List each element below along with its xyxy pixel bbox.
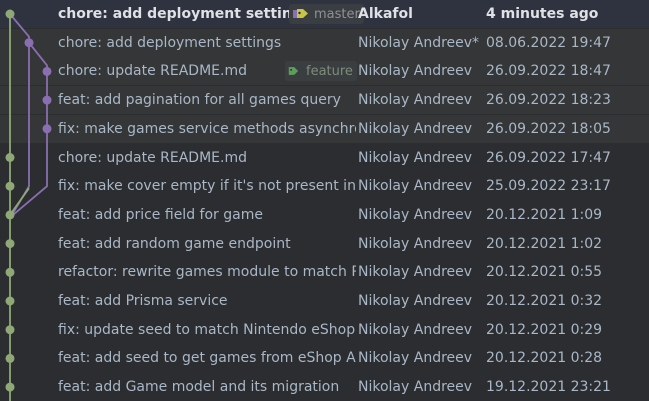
commit-subject: feat: add price field for game: [58, 201, 356, 229]
commit-author: Nikolay Andreev*: [358, 34, 480, 51]
commit-date: 20.12.2021 0:28: [486, 350, 603, 367]
commit-row[interactable]: fix: make cover empty if it's not presen…: [0, 172, 649, 200]
tag-icon: [288, 67, 299, 76]
commit-date: 20.12.2021 0:29: [486, 321, 603, 338]
commit-row[interactable]: feat: add Game model and its migration Ni…: [0, 373, 649, 401]
branch-label-text: master: [314, 6, 360, 22]
commit-subject: chore: update README.md: [58, 144, 356, 172]
commit-date: 20.12.2021 0:32: [486, 293, 603, 309]
commit-date: 08.06.2022 19:47: [486, 34, 611, 51]
commit-date: 25.09.2022 23:17: [486, 178, 611, 195]
commit-subject-text: feat: add pagination for all games query: [58, 92, 341, 109]
commit-node[interactable]: [5, 325, 15, 335]
commit-row[interactable]: fix: update seed to match Nintendo eShop…: [0, 316, 649, 344]
commit-row[interactable]: feat: add seed to get games from eShop A…: [0, 344, 649, 372]
commit-subject-text: chore: update README.md: [58, 149, 247, 166]
commit-row[interactable]: chore: update README.md Nikolay Andreev 26…: [0, 144, 649, 172]
commit-subject: fix: make games service methods asynchro…: [58, 115, 356, 143]
commit-row[interactable]: chore: add deployment settings master Alka…: [0, 0, 649, 28]
commit-row[interactable]: chore: add deployment settings Nikolay An…: [0, 28, 649, 57]
commit-author: Nikolay Andreev: [358, 120, 473, 137]
commit-date: 26.09.2022 18:23: [486, 92, 611, 109]
commit-author: Alkafol: [358, 6, 413, 22]
commit-subject-text: fix: make cover empty if it's not presen…: [58, 178, 356, 195]
commit-node[interactable]: [42, 124, 52, 134]
commit-log: chore: add deployment settings master Alka…: [0, 0, 649, 401]
commit-date: 26.09.2022 18:05: [486, 120, 611, 137]
commit-subject: refactor: rewrite games module to match …: [58, 258, 356, 286]
commit-row[interactable]: feat: add pagination for all games query…: [0, 86, 649, 115]
commit-subject-text: chore: add deployment settings: [58, 34, 282, 51]
commit-row[interactable]: feat: add price field for game Nikolay An…: [0, 201, 649, 229]
commit-subject: feat: add pagination for all games query: [58, 86, 356, 114]
commit-node[interactable]: [5, 267, 15, 277]
commit-author: Nikolay Andreev: [358, 206, 473, 223]
commit-author: Nikolay Andreev: [358, 178, 473, 195]
commit-row[interactable]: fix: make games service methods asynchro…: [0, 114, 649, 143]
commit-subject-text: fix: update seed to match Nintendo eShop…: [58, 321, 356, 338]
commit-date: 20.12.2021 1:02: [486, 235, 603, 252]
commit-author: Nikolay Andreev: [358, 293, 473, 309]
commit-row[interactable]: feat: add Prisma service Nikolay Andreev 2…: [0, 287, 649, 315]
commit-row[interactable]: chore: update README.md feature Nikolay An…: [0, 57, 649, 86]
commit-author: Nikolay Andreev: [358, 350, 473, 367]
feature-lane-merge: [12, 161, 48, 216]
commit-subject: fix: update seed to match Nintendo eShop…: [58, 316, 356, 344]
commit-node[interactable]: [5, 239, 15, 249]
commit-node[interactable]: [5, 296, 15, 306]
commit-node[interactable]: [5, 210, 15, 220]
commit-date: 4 minutes ago: [486, 6, 599, 22]
commit-subject: feat: add Prisma service: [58, 287, 356, 315]
double-tag-icon: [293, 9, 308, 18]
commit-subject: feat: add Game model and its migration: [58, 373, 356, 401]
merge-line: [9, 187, 30, 216]
commit-subject: chore: add deployment settings: [58, 29, 356, 57]
commit-subject-text: chore: update README.md: [58, 63, 247, 80]
branch-label-text: feature: [306, 63, 353, 79]
commit-graph: [5, 9, 52, 401]
commit-author: Nikolay Andreev: [358, 92, 473, 109]
commit-date: 20.12.2021 1:09: [486, 206, 603, 223]
commit-subject-text: feat: add Prisma service: [58, 293, 228, 309]
commit-subject-text: refactor: rewrite games module to match …: [58, 264, 356, 281]
commit-subject-text: fix: make games service methods asynchro…: [58, 120, 356, 137]
commit-date: 26.09.2022 18:47: [486, 63, 611, 80]
commit-author: Nikolay Andreev: [358, 379, 473, 396]
commit-node[interactable]: [5, 153, 15, 162]
commit-subject-text: feat: add price field for game: [58, 206, 263, 223]
branch-label-master[interactable]: master: [289, 4, 364, 24]
commit-node[interactable]: [5, 382, 15, 392]
commit-node[interactable]: [24, 38, 34, 48]
commit-node[interactable]: [5, 181, 15, 191]
commit-subject: fix: make cover empty if it's not presen…: [58, 172, 356, 200]
commit-subject-text: feat: add seed to get games from eShop A…: [58, 350, 356, 367]
commit-date: 20.12.2021 0:55: [486, 264, 603, 281]
commit-node[interactable]: [5, 9, 15, 19]
commit-subject: feat: add random game endpoint: [58, 230, 356, 258]
commit-author: Nikolay Andreev: [358, 63, 473, 80]
commit-author: Nikolay Andreev: [358, 321, 473, 338]
commit-author: Nikolay Andreev: [358, 235, 473, 252]
commit-row[interactable]: feat: add random game endpoint Nikolay An…: [0, 230, 649, 258]
commit-node[interactable]: [42, 66, 52, 76]
commit-subject: feat: add seed to get games from eShop A…: [58, 344, 356, 372]
commit-date: 19.12.2021 23:21: [486, 379, 611, 396]
commit-row[interactable]: refactor: rewrite games module to match …: [0, 258, 649, 286]
commit-subject-text: feat: add Game model and its migration: [58, 379, 340, 396]
commit-subject-text: feat: add random game endpoint: [58, 235, 291, 252]
commit-author: Nikolay Andreev: [358, 264, 473, 281]
commit-date: 26.09.2022 17:47: [486, 149, 611, 166]
branch-label-feature[interactable]: feature: [285, 61, 357, 82]
commit-subject-text: chore: add deployment settings: [58, 6, 311, 22]
commit-node[interactable]: [5, 353, 15, 363]
commit-author: Nikolay Andreev: [358, 149, 473, 166]
commit-node[interactable]: [42, 95, 52, 105]
